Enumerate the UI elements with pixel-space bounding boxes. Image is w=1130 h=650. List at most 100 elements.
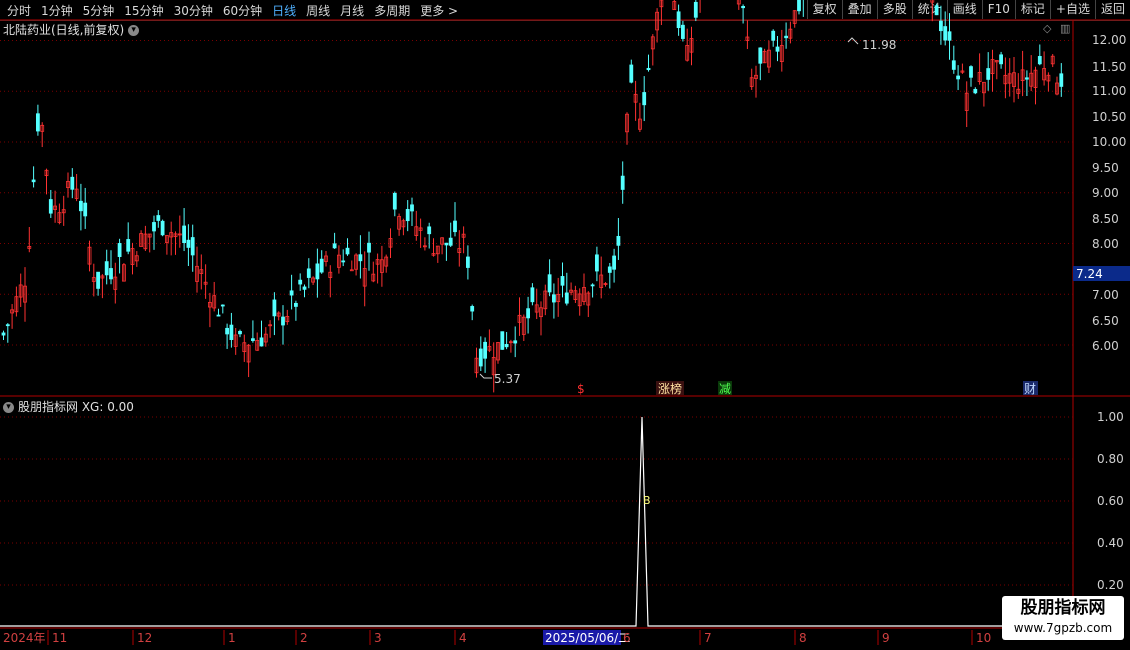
candle-body [276, 312, 281, 317]
diamond-icon[interactable]: ◇ [1043, 22, 1051, 35]
candle-body [758, 47, 763, 64]
candle-body [186, 239, 191, 248]
date-tick: 4 [459, 631, 467, 645]
price-tick: 8.00 [1092, 237, 1119, 251]
candle-body [324, 255, 328, 262]
candle-body [595, 254, 599, 272]
candle-body [982, 81, 986, 94]
tab-more[interactable]: 更多 > [415, 2, 463, 19]
candle-body [229, 324, 234, 340]
price-tick: 6.00 [1092, 339, 1119, 353]
candle-body [31, 179, 36, 183]
candle-body [349, 269, 354, 272]
date-tick: 7 [704, 631, 712, 645]
price-grid [0, 40, 1073, 346]
candle-body [233, 334, 238, 347]
candle-body [1020, 69, 1025, 82]
candle-body [465, 256, 470, 268]
candle-body [788, 28, 793, 39]
candle-body [440, 237, 445, 245]
candle-body [457, 248, 462, 253]
tab-60min[interactable]: 60分钟 [218, 2, 267, 19]
candle-body [569, 289, 573, 293]
candle-body [401, 220, 406, 228]
candle-body [91, 277, 96, 282]
candle-body [573, 290, 578, 301]
tab-30min[interactable]: 30分钟 [169, 2, 218, 19]
indicator-label: 股朋指标网 XG: 0.00 [18, 400, 134, 414]
candle-body [130, 248, 135, 265]
candle-body [1025, 77, 1029, 80]
watermark-line1: 股朋指标网 [1020, 598, 1106, 618]
candle-body [410, 204, 414, 212]
tab-daily[interactable]: 日线 [267, 2, 301, 19]
candle-body [104, 261, 109, 276]
tab-multi-period[interactable]: 多周期 [369, 2, 415, 19]
tab-5min[interactable]: 5分钟 [78, 2, 120, 19]
candle-body [650, 36, 655, 50]
candle-body [435, 245, 440, 255]
event-finance-marker[interactable]: 财 [1024, 382, 1036, 396]
candle-body [964, 92, 969, 111]
candle-body [620, 175, 625, 190]
candle-body [453, 220, 457, 233]
xg-indicator-line [0, 416, 1073, 627]
watermark-logo: 股朋指标网 www.7gpzb.com [1002, 596, 1124, 640]
candle-body [190, 237, 195, 256]
candle-body [195, 265, 199, 282]
adjust-button[interactable]: 复权 [806, 0, 842, 19]
current-price-tag [1073, 266, 1130, 281]
candle-body [199, 269, 204, 274]
draw-button[interactable]: 画线 [946, 0, 982, 19]
tab-monthly[interactable]: 月线 [335, 2, 369, 19]
candle-body [336, 254, 341, 268]
candle-body [207, 301, 212, 308]
candle-body [27, 246, 32, 249]
chevron-down-icon[interactable]: ▾ [3, 402, 14, 413]
candle-body [470, 306, 475, 312]
candle-body [397, 216, 402, 230]
back-button[interactable]: 返回 [1094, 0, 1130, 19]
indicator-title: ▾ 股朋指标网 XG: 0.00 [3, 398, 134, 415]
candle-body [461, 233, 466, 238]
f10-button[interactable]: F10 [981, 0, 1015, 19]
candle-body [754, 74, 758, 79]
overlay-button[interactable]: 叠加 [841, 0, 877, 19]
date-tick: 9 [882, 631, 890, 645]
candle-body [633, 93, 638, 103]
buy-signal-marker: B [643, 494, 651, 507]
tab-weekly[interactable]: 周线 [301, 2, 335, 19]
candle-body [496, 342, 500, 361]
add-watchlist-button[interactable]: +自选 [1049, 0, 1095, 19]
candle-body [113, 276, 118, 290]
candle-body [990, 59, 995, 74]
tab-15min[interactable]: 15分钟 [119, 2, 168, 19]
mark-button[interactable]: 标记 [1014, 0, 1050, 19]
candle-body [100, 275, 105, 279]
event-limitup-marker[interactable]: 涨榜 [658, 381, 682, 396]
candle-body [259, 337, 264, 347]
event-finance-bg [1023, 381, 1038, 395]
tab-1min[interactable]: 1分钟 [36, 2, 78, 19]
candle-body [1033, 69, 1038, 89]
tab-fenshi[interactable]: 分时 [2, 2, 36, 19]
candle-body [414, 226, 419, 236]
multi-stock-button[interactable]: 多股 [876, 0, 912, 19]
price-tick: 10.50 [1092, 110, 1126, 124]
candle-body [629, 64, 634, 83]
chevron-down-icon[interactable]: ▾ [128, 25, 140, 36]
price-tick: 12.00 [1092, 33, 1126, 47]
panel-toggle-icon[interactable]: ▥ [1060, 22, 1070, 35]
candle-body [246, 344, 251, 363]
candle-body [969, 66, 973, 78]
candle-body [444, 242, 449, 246]
candle-body [212, 295, 217, 309]
stats-button[interactable]: 统计 [911, 0, 947, 19]
event-dollar-marker[interactable]: $ [577, 382, 585, 396]
candle-body [749, 77, 754, 87]
candle-body [500, 331, 505, 350]
candle-body [994, 60, 999, 63]
candle-body [173, 233, 178, 238]
event-reduce-marker[interactable]: 减 [719, 382, 731, 396]
candle-body [1007, 73, 1012, 84]
